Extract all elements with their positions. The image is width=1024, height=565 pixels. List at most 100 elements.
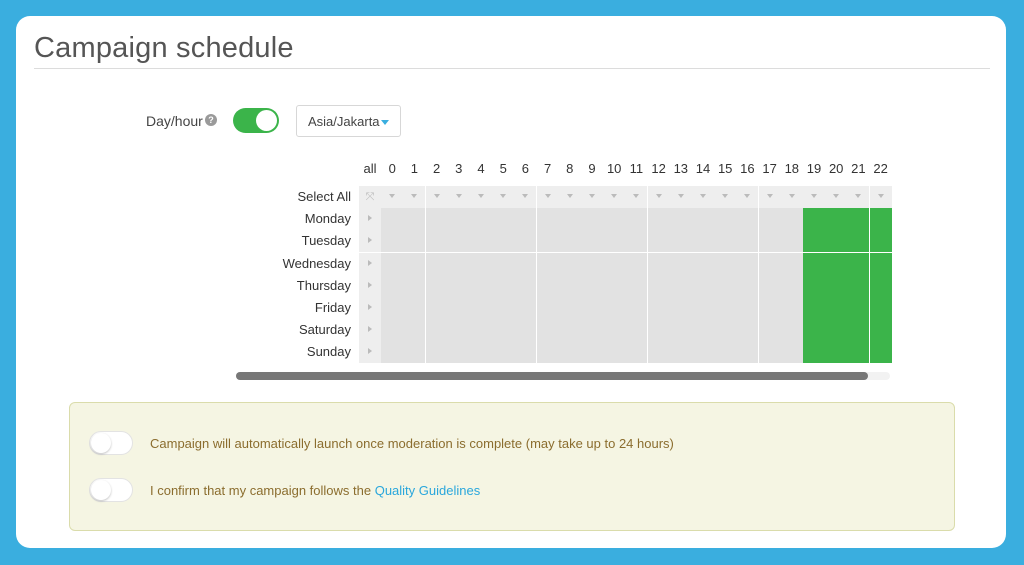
schedule-cell[interactable]	[780, 341, 803, 364]
confirm-guidelines-toggle[interactable]	[89, 478, 133, 502]
schedule-cell-selected[interactable]	[825, 252, 848, 275]
schedule-cell[interactable]	[647, 208, 670, 231]
schedule-cell-selected[interactable]	[803, 230, 825, 253]
schedule-cell[interactable]	[758, 319, 781, 342]
schedule-cell-selected[interactable]	[803, 208, 825, 231]
schedule-cell[interactable]	[558, 319, 581, 342]
schedule-cell[interactable]	[647, 252, 670, 275]
select-hour-column[interactable]	[869, 186, 892, 208]
schedule-cell[interactable]	[714, 297, 737, 319]
schedule-cell[interactable]	[581, 341, 603, 364]
select-hour-column[interactable]	[803, 186, 825, 208]
select-hour-column[interactable]	[669, 186, 692, 208]
schedule-cell[interactable]	[403, 297, 426, 319]
schedule-cell[interactable]	[425, 297, 448, 319]
select-hour-column[interactable]	[714, 186, 737, 208]
schedule-cell[interactable]	[603, 297, 626, 319]
select-hour-column[interactable]	[558, 186, 581, 208]
schedule-cell[interactable]	[558, 208, 581, 231]
schedule-cell[interactable]	[381, 297, 404, 319]
schedule-cell[interactable]	[669, 252, 692, 275]
schedule-cell[interactable]	[603, 252, 626, 275]
auto-launch-toggle[interactable]	[89, 431, 133, 455]
schedule-cell[interactable]	[536, 274, 559, 297]
schedule-cell[interactable]	[669, 319, 692, 342]
schedule-cell[interactable]	[714, 341, 737, 364]
schedule-cell[interactable]	[514, 230, 537, 253]
schedule-cell[interactable]	[758, 208, 781, 231]
schedule-cell[interactable]	[736, 319, 759, 342]
schedule-cell[interactable]	[780, 297, 803, 319]
schedule-cell[interactable]	[603, 341, 626, 364]
select-hour-column[interactable]	[492, 186, 515, 208]
schedule-cell-selected[interactable]	[825, 274, 848, 297]
schedule-cell-selected[interactable]	[825, 230, 848, 253]
schedule-cell[interactable]	[736, 274, 759, 297]
schedule-cell-selected[interactable]	[803, 341, 825, 364]
schedule-cell[interactable]	[403, 208, 426, 231]
schedule-cell-selected[interactable]	[825, 208, 848, 231]
schedule-cell[interactable]	[647, 297, 670, 319]
schedule-cell[interactable]	[736, 341, 759, 364]
schedule-cell-selected[interactable]	[803, 252, 825, 275]
schedule-cell[interactable]	[647, 319, 670, 342]
schedule-cell-selected[interactable]	[847, 297, 870, 319]
schedule-cell[interactable]	[403, 274, 426, 297]
select-hour-column[interactable]	[625, 186, 648, 208]
schedule-cell[interactable]	[425, 274, 448, 297]
schedule-cell[interactable]	[492, 341, 515, 364]
timezone-select[interactable]: Asia/Jakarta	[296, 105, 401, 137]
schedule-cell-selected[interactable]	[847, 252, 870, 275]
schedule-cell[interactable]	[692, 274, 714, 297]
schedule-cell[interactable]	[692, 297, 714, 319]
select-hour-column[interactable]	[758, 186, 781, 208]
schedule-cell[interactable]	[492, 319, 515, 342]
schedule-cell[interactable]	[692, 252, 714, 275]
schedule-cell[interactable]	[425, 319, 448, 342]
schedule-cell[interactable]	[669, 208, 692, 231]
schedule-cell-selected[interactable]	[847, 230, 870, 253]
schedule-cell[interactable]	[492, 230, 515, 253]
schedule-cell-selected[interactable]	[869, 297, 892, 319]
schedule-cell[interactable]	[625, 274, 648, 297]
schedule-cell[interactable]	[714, 252, 737, 275]
schedule-cell[interactable]	[603, 230, 626, 253]
schedule-cell[interactable]	[647, 274, 670, 297]
schedule-cell[interactable]	[470, 274, 492, 297]
help-icon[interactable]: ?	[205, 114, 217, 126]
schedule-cell[interactable]	[470, 341, 492, 364]
select-hour-column[interactable]	[780, 186, 803, 208]
schedule-cell[interactable]	[558, 274, 581, 297]
schedule-cell[interactable]	[558, 230, 581, 253]
schedule-cell-selected[interactable]	[825, 297, 848, 319]
schedule-cell[interactable]	[669, 297, 692, 319]
schedule-cell[interactable]	[625, 341, 648, 364]
schedule-cell[interactable]	[603, 274, 626, 297]
select-day-row[interactable]	[359, 230, 381, 253]
select-day-row[interactable]	[359, 341, 381, 364]
schedule-cell[interactable]	[558, 297, 581, 319]
schedule-cell[interactable]	[692, 208, 714, 231]
schedule-cell[interactable]	[780, 230, 803, 253]
select-day-row[interactable]	[359, 208, 381, 231]
schedule-cell-selected[interactable]	[803, 297, 825, 319]
select-hour-column[interactable]	[847, 186, 870, 208]
schedule-cell[interactable]	[536, 341, 559, 364]
schedule-cell-selected[interactable]	[847, 208, 870, 231]
schedule-cell[interactable]	[692, 341, 714, 364]
schedule-cell[interactable]	[447, 319, 470, 342]
schedule-cell[interactable]	[625, 319, 648, 342]
select-day-row[interactable]	[359, 297, 381, 319]
schedule-cell-selected[interactable]	[825, 319, 848, 342]
schedule-cell[interactable]	[514, 208, 537, 231]
schedule-cell[interactable]	[780, 319, 803, 342]
schedule-cell[interactable]	[581, 274, 603, 297]
schedule-cell[interactable]	[714, 274, 737, 297]
schedule-cell-selected[interactable]	[847, 319, 870, 342]
schedule-cell[interactable]	[758, 252, 781, 275]
schedule-cell[interactable]	[625, 230, 648, 253]
schedule-cell-selected[interactable]	[847, 274, 870, 297]
schedule-cell[interactable]	[381, 274, 404, 297]
schedule-cell[interactable]	[625, 208, 648, 231]
schedule-cell[interactable]	[536, 230, 559, 253]
